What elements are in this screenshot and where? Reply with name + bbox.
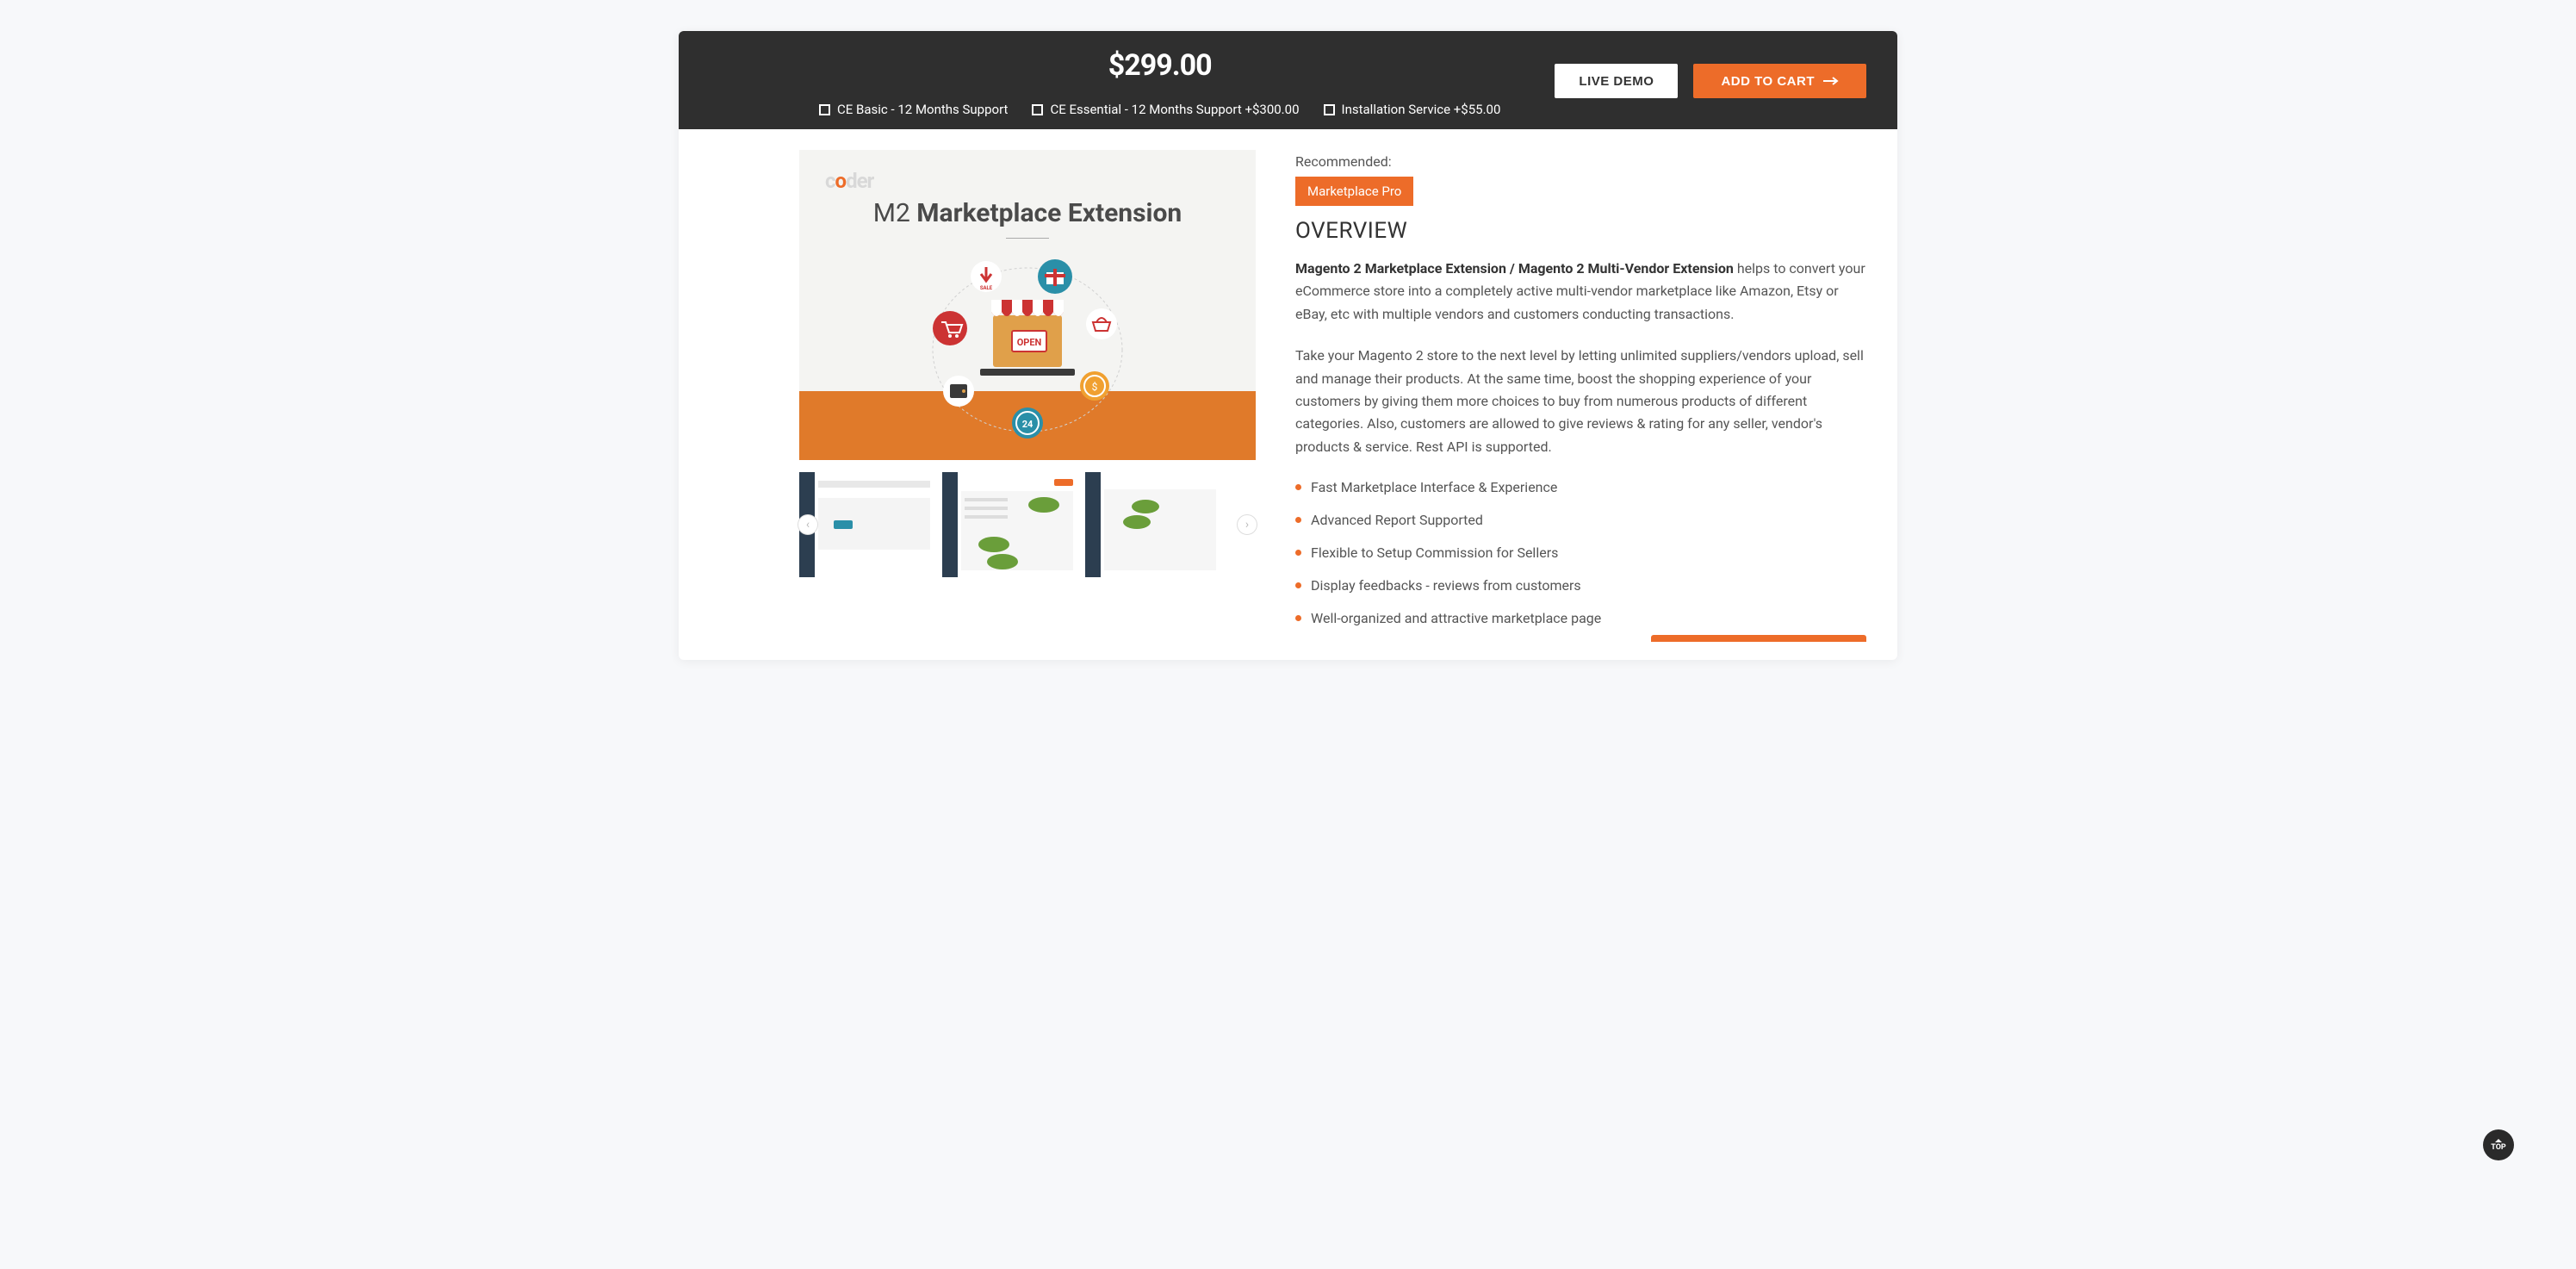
arrow-right-icon xyxy=(1823,77,1839,85)
gallery-thumbnail[interactable] xyxy=(1085,472,1223,577)
overview-heading: OVERVIEW xyxy=(1295,218,1866,244)
svg-text:$: $ xyxy=(1092,381,1098,393)
add-to-cart-button[interactable]: ADD TO CART xyxy=(1693,64,1866,98)
thumbnail-row: ‹ › xyxy=(799,472,1256,577)
svg-text:24: 24 xyxy=(1022,419,1034,430)
scroll-to-top-button[interactable]: TOP xyxy=(2483,1129,2514,1160)
gift-icon xyxy=(1038,259,1072,294)
feature-item: Well-organized and attractive marketplac… xyxy=(1295,608,1866,629)
top-label: TOP xyxy=(2491,1144,2505,1152)
price: $299.00 xyxy=(1108,48,1212,83)
wallet-icon xyxy=(943,376,974,407)
checkbox-icon[interactable] xyxy=(819,104,830,115)
gallery-thumbnail[interactable] xyxy=(799,472,937,577)
option-ce-basic[interactable]: CE Basic - 12 Months Support xyxy=(819,102,1008,117)
product-gallery: coder M2 Marketplace Extension xyxy=(799,150,1256,641)
overview-lead: Magento 2 Marketplace Extension / Magent… xyxy=(1295,258,1866,326)
main-product-image[interactable]: coder M2 Marketplace Extension xyxy=(799,150,1256,460)
purchase-options: CE Basic - 12 Months Support CE Essentia… xyxy=(799,102,1520,117)
live-demo-button[interactable]: LIVE DEMO xyxy=(1555,64,1678,98)
svg-text:SALE: SALE xyxy=(980,285,993,291)
clock-24-icon: 24 xyxy=(1012,407,1043,439)
sale-icon: SALE xyxy=(971,261,1002,292)
feature-item: Fast Marketplace Interface & Experience xyxy=(1295,477,1866,498)
svg-text:OPEN: OPEN xyxy=(1017,337,1042,348)
next-thumb-button[interactable]: › xyxy=(1237,514,1257,535)
product-details: Recommended: Marketplace Pro OVERVIEW Ma… xyxy=(1295,150,1866,641)
option-extra: +$55.00 xyxy=(1454,102,1501,117)
option-label: CE Basic - 12 Months Support xyxy=(837,102,1008,117)
divider xyxy=(1006,238,1049,239)
add-to-cart-label: ADD TO CART xyxy=(1721,74,1815,89)
feature-list: Fast Marketplace Interface & Experience … xyxy=(1295,477,1866,629)
option-installation[interactable]: Installation Service +$55.00 xyxy=(1324,102,1501,117)
checkbox-icon[interactable] xyxy=(1032,104,1043,115)
option-ce-essential[interactable]: CE Essential - 12 Months Support +$300.0… xyxy=(1032,102,1299,117)
basket-icon xyxy=(1086,308,1117,339)
option-label: CE Essential - 12 Months Support xyxy=(1050,102,1245,117)
gallery-thumbnail[interactable] xyxy=(942,472,1080,577)
feature-item: Display feedbacks - reviews from custome… xyxy=(1295,575,1866,596)
feature-item: Flexible to Setup Commission for Sellers xyxy=(1295,543,1866,563)
sticky-purchase-bar: $299.00 CE Basic - 12 Months Support CE … xyxy=(679,31,1897,129)
option-extra: +$300.00 xyxy=(1245,102,1299,117)
coin-icon: $ xyxy=(1080,371,1109,401)
hero-title: M2 Marketplace Extension xyxy=(799,198,1256,228)
option-label: Installation Service xyxy=(1342,102,1454,117)
brand-logo: coder xyxy=(825,169,873,193)
partial-cta-button[interactable] xyxy=(1651,635,1866,642)
prev-thumb-button[interactable]: ‹ xyxy=(798,514,818,535)
cart-icon xyxy=(933,311,967,345)
feature-item: Advanced Report Supported xyxy=(1295,510,1866,531)
hero-illustration: OPEN SALE xyxy=(907,246,1148,453)
recommended-label: Recommended: xyxy=(1295,153,1866,170)
checkbox-icon[interactable] xyxy=(1324,104,1335,115)
recommended-pill[interactable]: Marketplace Pro xyxy=(1295,177,1413,206)
overview-paragraph: Take your Magento 2 store to the next le… xyxy=(1295,345,1866,458)
